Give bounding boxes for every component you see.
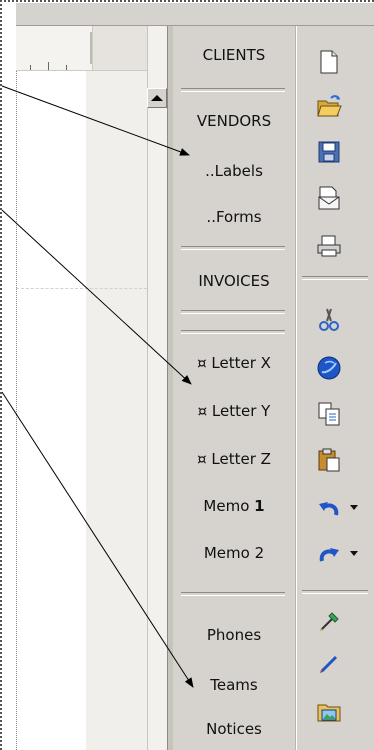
- nav-separator: [181, 592, 285, 596]
- redo-dropdown-icon[interactable]: [350, 551, 358, 556]
- vertical-scrollbar[interactable]: [147, 26, 168, 750]
- horizontal-ruler[interactable]: [16, 26, 147, 71]
- insert-picture-icon[interactable]: [315, 698, 343, 726]
- memo-1-label: Memo: [203, 497, 255, 515]
- scroll-up-button[interactable]: [147, 88, 167, 108]
- nav-invoices[interactable]: INVOICES: [173, 272, 295, 290]
- nav-separator: [181, 330, 285, 334]
- mail-icon[interactable]: [315, 184, 343, 212]
- nav-memo-2[interactable]: Memo 2: [173, 544, 295, 562]
- nav-notices[interactable]: Notices: [173, 720, 295, 738]
- nav-letter-x[interactable]: ¤ Letter X: [173, 354, 295, 372]
- web-icon[interactable]: [315, 354, 343, 382]
- nav-clients[interactable]: CLIENTS: [173, 46, 295, 64]
- undo-dropdown-icon[interactable]: [350, 505, 358, 510]
- nav-vendors[interactable]: VENDORS: [173, 112, 295, 130]
- save-icon[interactable]: [315, 138, 343, 166]
- page-margin-band: [86, 70, 147, 750]
- paste-icon[interactable]: [315, 446, 343, 474]
- redo-icon[interactable]: [315, 540, 343, 568]
- up-arrow-icon: [151, 95, 163, 101]
- print-icon[interactable]: [315, 232, 343, 260]
- open-folder-icon[interactable]: [315, 92, 343, 120]
- tool-column: [296, 26, 374, 750]
- nav-separator: [181, 246, 285, 250]
- page-break-line: [16, 288, 147, 289]
- top-toolbar-strip: [16, 3, 374, 26]
- ruler-gutter: [92, 26, 147, 70]
- nav-teams[interactable]: Teams: [173, 676, 295, 694]
- format-painter-icon[interactable]: [315, 608, 343, 636]
- nav-separator: [181, 88, 285, 92]
- ruler-tick: [48, 62, 49, 70]
- nav-labels[interactable]: ..Labels: [173, 162, 295, 180]
- toolbar-separator: [302, 590, 368, 594]
- cut-icon[interactable]: [315, 306, 343, 334]
- memo-1-number: 1: [254, 497, 265, 515]
- ruler-tick: [30, 65, 31, 70]
- nav-phones[interactable]: Phones: [173, 626, 295, 644]
- new-document-icon[interactable]: [315, 48, 343, 76]
- toolbar-separator: [302, 276, 368, 280]
- nav-separator: [181, 310, 285, 314]
- ruler-tick: [66, 65, 67, 70]
- nav-forms[interactable]: ..Forms: [173, 208, 295, 226]
- undo-icon[interactable]: [315, 494, 343, 522]
- nav-memo-1[interactable]: Memo 1: [173, 497, 295, 515]
- copy-icon[interactable]: [315, 400, 343, 428]
- nav-letter-y[interactable]: ¤ Letter Y: [173, 402, 295, 420]
- nav-letter-z[interactable]: ¤ Letter Z: [173, 450, 295, 468]
- draw-icon[interactable]: [315, 650, 343, 678]
